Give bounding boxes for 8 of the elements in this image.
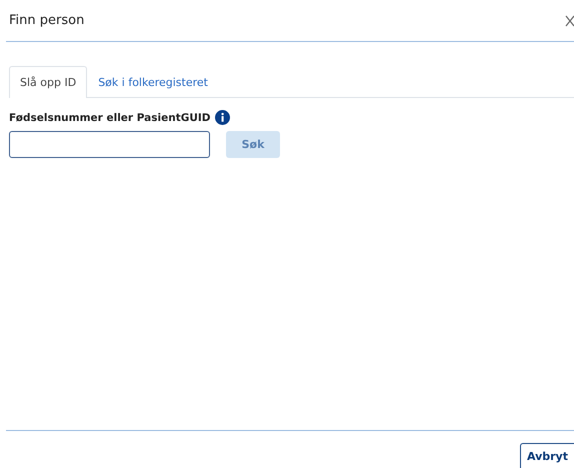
id-input-field[interactable] <box>9 131 210 158</box>
cancel-button[interactable]: Avbryt <box>520 443 574 468</box>
tab[interactable]: Slå opp ID <box>9 66 88 98</box>
field-label: Fødselsnummer eller PasientGUID <box>9 112 210 124</box>
close-icon[interactable] <box>565 14 574 26</box>
info-icon[interactable] <box>214 110 230 125</box>
tab[interactable]: Søk i folkeregisteret <box>87 66 219 98</box>
dialog-title: Finn person <box>9 13 84 28</box>
